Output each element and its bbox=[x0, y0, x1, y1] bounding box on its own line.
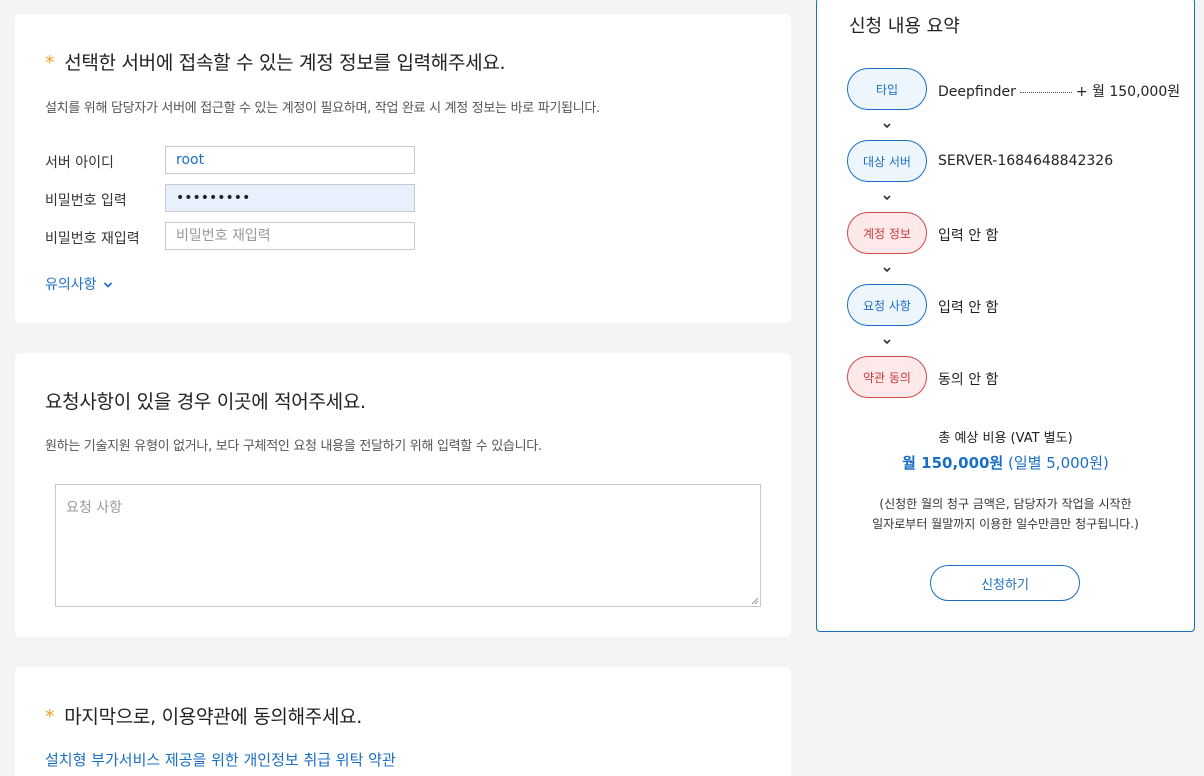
summary-title: 신청 내용 요약 bbox=[849, 16, 960, 37]
step-request-value: 입력 안 함 bbox=[938, 300, 999, 316]
billing-note-line: 일자로부터 월말까지 이용한 일수만큼만 청구됩니다.) bbox=[872, 517, 1139, 531]
terms-card: * 마지막으로, 이용약관에 동의해주세요. 설치형 부가서비스 제공을 위한 개… bbox=[15, 667, 791, 776]
step-server-pill: 대상 서버 bbox=[847, 140, 927, 182]
terms-title-text: 마지막으로, 이용약관에 동의해주세요. bbox=[64, 706, 363, 728]
step-type-value: Deepfinder bbox=[938, 84, 1016, 100]
step-type-price: + 월 150,000원 bbox=[1075, 84, 1181, 100]
password-input[interactable] bbox=[165, 184, 415, 212]
billing-note: (신청한 월의 청구 금액은, 담당자가 작업을 시작한 일자로부터 월말까지 … bbox=[817, 494, 1194, 534]
request-textarea[interactable] bbox=[55, 484, 761, 607]
chevron-down-icon bbox=[883, 195, 891, 201]
notice-link-label: 유의사항 bbox=[45, 277, 97, 293]
notice-toggle-link[interactable]: 유의사항 bbox=[45, 274, 113, 294]
account-title-text: 선택한 서버에 접속할 수 있는 계정 정보를 입력해주세요. bbox=[64, 52, 506, 74]
resize-grip-icon[interactable] bbox=[751, 597, 759, 605]
request-card: 요청사항이 있을 경우 이곳에 적어주세요. 원하는 기술지원 유형이 없거나,… bbox=[15, 353, 791, 637]
step-request-pill: 요청 사항 bbox=[847, 284, 927, 326]
step-account-pill: 계정 정보 bbox=[847, 212, 927, 254]
total-daily-price: (일별 5,000원) bbox=[1008, 454, 1109, 472]
chevron-down-icon bbox=[883, 267, 891, 273]
total-cost-label: 총 예상 비용 (VAT 별도) bbox=[938, 431, 1073, 446]
step-server-value: SERVER-1684648842326 bbox=[938, 153, 1114, 169]
terms-section-title: * 마지막으로, 이용약관에 동의해주세요. bbox=[45, 702, 362, 729]
required-mark: * bbox=[45, 706, 55, 728]
summary-panel: 신청 내용 요약 타입 Deepfinder + 월 150,000원 대상 서버… bbox=[816, 0, 1195, 632]
chevron-down-icon bbox=[103, 282, 113, 288]
request-section-description: 원하는 기술지원 유형이 없거나, 보다 구체적인 요청 내용을 전달하기 위해… bbox=[45, 439, 542, 454]
total-monthly-price: 월 150,000원 bbox=[902, 454, 1004, 472]
step-account-value: 입력 안 함 bbox=[938, 228, 999, 244]
terms-link[interactable]: 설치형 부가서비스 제공을 위한 개인정보 취급 위탁 약관 bbox=[45, 749, 396, 770]
chevron-down-icon bbox=[883, 123, 891, 129]
dotted-leader bbox=[1019, 91, 1072, 93]
password-confirm-input[interactable] bbox=[165, 222, 415, 250]
password-confirm-label: 비밀번호 재입력 bbox=[45, 231, 140, 247]
step-type-pill: 타입 bbox=[847, 68, 927, 110]
account-info-card: * 선택한 서버에 접속할 수 있는 계정 정보를 입력해주세요. 설치를 위해 … bbox=[15, 14, 791, 323]
server-id-input[interactable] bbox=[165, 146, 415, 174]
billing-note-line: (신청한 월의 청구 금액은, 담당자가 작업을 시작한 bbox=[879, 497, 1132, 511]
account-section-description: 설치를 위해 담당자가 서버에 접근할 수 있는 계정이 필요하며, 작업 완료… bbox=[45, 101, 600, 116]
server-id-label: 서버 아이디 bbox=[45, 155, 114, 171]
step-terms-pill: 약관 동의 bbox=[847, 356, 927, 398]
password-label: 비밀번호 입력 bbox=[45, 193, 127, 209]
step-terms-value: 동의 안 함 bbox=[938, 372, 999, 388]
required-mark: * bbox=[45, 52, 55, 74]
total-cost: 월 150,000원 (일별 5,000원) bbox=[817, 452, 1194, 473]
step-type-text: Deepfinder + 월 150,000원 bbox=[938, 81, 1180, 101]
account-section-title: * 선택한 서버에 접속할 수 있는 계정 정보를 입력해주세요. bbox=[45, 48, 506, 75]
chevron-down-icon bbox=[883, 339, 891, 345]
request-section-title: 요청사항이 있을 경우 이곳에 적어주세요. bbox=[45, 391, 366, 413]
apply-button[interactable]: 신청하기 bbox=[930, 565, 1080, 601]
